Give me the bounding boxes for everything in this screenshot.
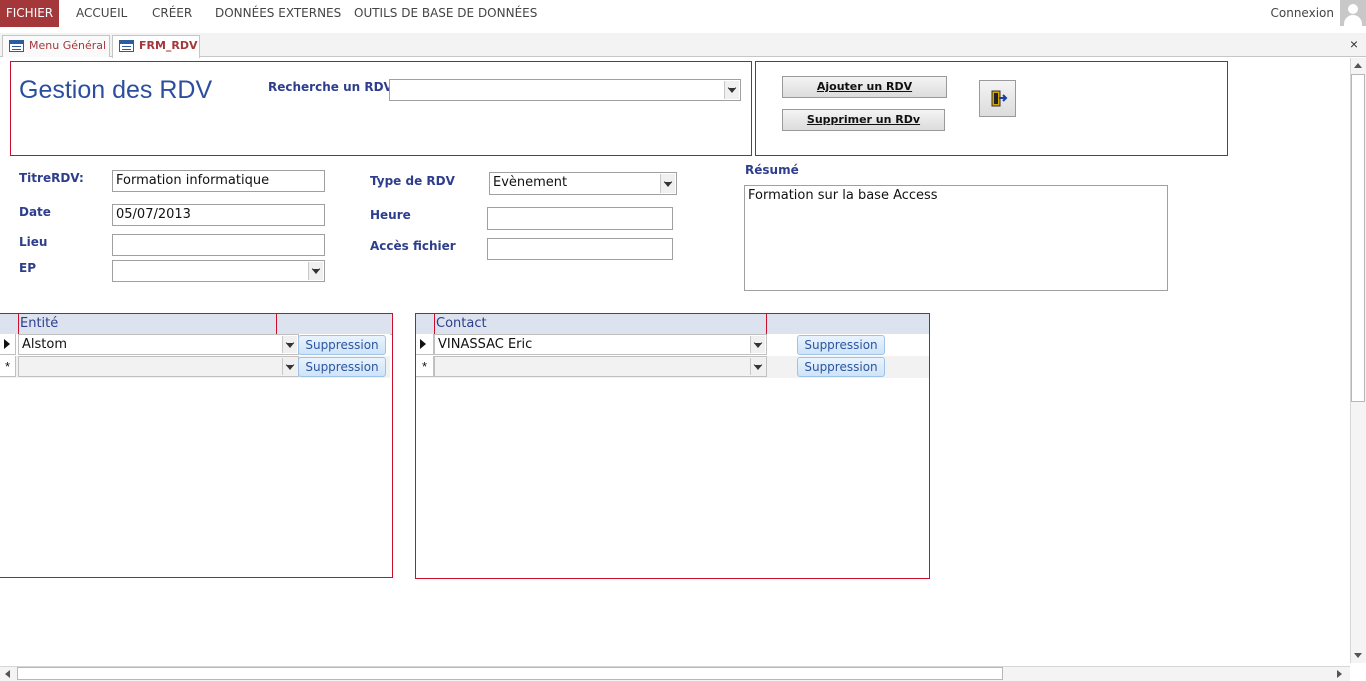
scroll-up-icon[interactable] [1354,63,1362,68]
tab-donnees-externes[interactable]: DONNÉES EXTERNES [215,0,341,27]
contact-value: VINASSAC Eric [438,337,533,352]
record-selector[interactable] [0,334,16,355]
chevron-down-icon[interactable] [660,174,675,193]
form-icon [9,40,24,52]
form-icon [119,40,134,52]
doc-tab-menu-general[interactable]: Menu Général [2,35,110,57]
tab-outils-bdd[interactable]: OUTILS DE BASE DE DONNÉES [354,0,537,27]
chevron-down-icon[interactable] [750,336,765,353]
resume-field[interactable]: Formation sur la base Access [744,185,1168,291]
contact-combo[interactable]: VINASSAC Eric [434,334,767,355]
date-field[interactable]: 05/07/2013 [112,204,325,226]
chevron-down-icon[interactable] [724,81,739,99]
tab-fichier[interactable]: FICHIER [0,0,59,27]
entite-header: Entité [0,314,392,335]
date-label: Date [19,205,51,219]
tab-creer[interactable]: CRÉER [152,0,192,27]
doc-tab-label: Menu Général [29,39,107,52]
acces-label: Accès fichier [370,239,456,253]
signin-link[interactable]: Connexion [1271,0,1335,27]
acces-field[interactable] [487,238,673,260]
page-title: Gestion des RDV [19,76,213,104]
doc-tab-frm-rdv[interactable]: FRM_RDV [112,35,200,58]
search-label: Recherche un RDV : [268,80,402,94]
horizontal-scroll-thumb[interactable] [17,667,1003,680]
suppression-button[interactable]: Suppression [797,357,885,377]
search-combo[interactable] [389,79,741,101]
suppression-button[interactable]: Suppression [298,357,386,377]
chevron-down-icon[interactable] [750,358,765,375]
doc-tab-label: FRM_RDV [139,39,198,52]
chevron-down-icon[interactable] [308,262,323,280]
ep-combo[interactable] [112,260,325,282]
current-record-icon [4,339,10,349]
contact-column-header[interactable]: Contact [436,316,487,331]
avatar[interactable] [1340,0,1366,26]
exit-button[interactable] [979,80,1016,117]
chevron-down-icon[interactable] [282,358,297,375]
tab-accueil[interactable]: ACCUEIL [76,0,127,27]
current-record-icon [420,339,426,349]
new-record-selector[interactable]: * [0,356,16,377]
scroll-down-icon[interactable] [1354,653,1362,658]
contact-combo-new[interactable] [434,356,767,377]
type-combo[interactable]: Evènement [489,172,677,195]
entite-value: Alstom [22,337,67,352]
titre-field[interactable]: Formation informatique [112,170,325,192]
new-record-selector[interactable]: * [416,356,434,377]
contact-header: Contact [416,314,929,335]
suppression-button[interactable]: Suppression [797,335,885,355]
heure-field[interactable] [487,207,673,230]
type-combo-value: Evènement [493,175,568,190]
lieu-field[interactable] [112,234,325,256]
titre-label: TitreRDV: [19,171,84,185]
delete-rdv-button[interactable]: Supprimer un RDv [782,109,945,131]
scroll-right-icon[interactable] [1337,670,1342,678]
entite-combo[interactable]: Alstom [18,334,299,355]
close-icon[interactable]: × [1350,34,1358,54]
vertical-scroll-thumb[interactable] [1351,74,1365,402]
ep-label: EP [19,261,36,275]
scroll-left-icon[interactable] [5,670,10,678]
lieu-label: Lieu [19,235,48,249]
add-rdv-button[interactable]: Ajouter un RDV [782,76,947,98]
type-label: Type de RDV [370,174,455,188]
record-selector[interactable] [416,334,434,355]
ribbon: FICHIER ACCUEIL CRÉER DONNÉES EXTERNES O… [0,0,1366,30]
suppression-button[interactable]: Suppression [298,335,386,355]
entite-column-header[interactable]: Entité [20,316,58,331]
document-tabs: Menu Général FRM_RDV [0,33,1366,58]
exit-door-icon [991,90,1008,107]
chevron-down-icon[interactable] [282,336,297,353]
heure-label: Heure [370,208,411,222]
resume-label: Résumé [745,163,799,177]
entite-combo-new[interactable] [18,356,299,377]
